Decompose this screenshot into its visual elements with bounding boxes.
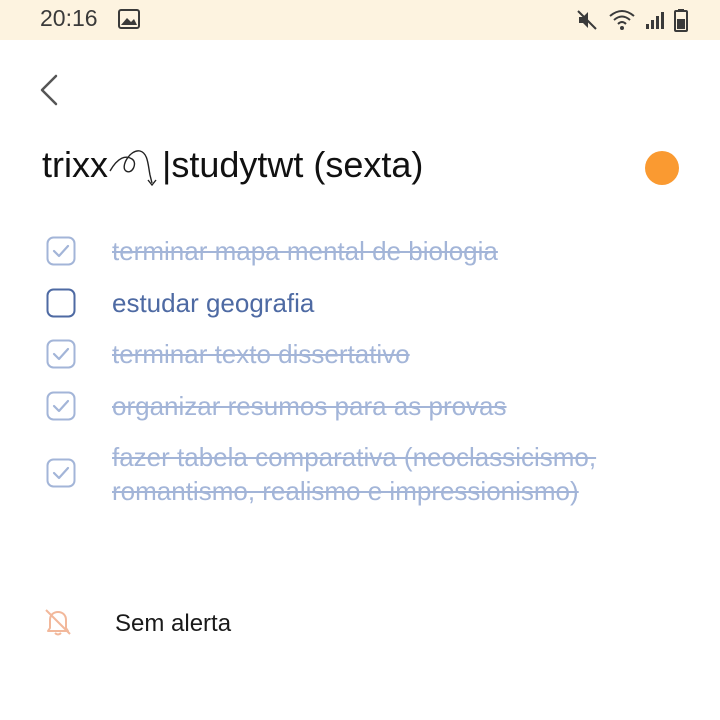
battery-icon xyxy=(674,8,688,32)
checkbox-unchecked[interactable] xyxy=(46,288,76,318)
note-color-dot[interactable] xyxy=(645,151,679,185)
back-button[interactable] xyxy=(30,68,70,112)
checkbox-checked[interactable] xyxy=(46,339,76,369)
bell-off-icon xyxy=(42,606,74,638)
checkbox-checked-icon xyxy=(46,391,76,421)
alert-label: Sem alerta xyxy=(115,610,232,637)
checkbox-checked[interactable] xyxy=(46,236,76,266)
status-time: 20:16 xyxy=(40,5,98,31)
note-title-prefix: trixx xyxy=(42,144,108,185)
alert-setting[interactable]: Sem alerta xyxy=(0,600,720,648)
wifi-icon xyxy=(608,9,636,31)
flourish-doodle xyxy=(109,150,157,187)
checklist-item-text[interactable]: fazer tabela comparativa (neoclassicismo… xyxy=(112,440,682,508)
checkbox-checked-icon xyxy=(46,236,76,266)
checkbox-checked-icon xyxy=(46,458,76,488)
checklist-item-text[interactable]: organizar resumos para as provas xyxy=(112,389,682,423)
mute-icon xyxy=(576,9,600,31)
status-bar: 20:16 xyxy=(0,0,720,40)
signal-icon xyxy=(644,9,666,31)
checkbox-checked[interactable] xyxy=(46,391,76,421)
checklist-item-text[interactable]: terminar mapa mental de biologia xyxy=(112,234,682,268)
checklist-item-text[interactable]: terminar texto dissertativo xyxy=(112,337,682,371)
chevron-left-icon xyxy=(40,74,58,106)
note-title-suffix: |studytwt (sexta) xyxy=(162,144,424,185)
checklist-item-text[interactable]: estudar geografia xyxy=(112,286,682,320)
note-title[interactable]: trixx |studytwt (sexta) xyxy=(42,144,423,189)
checkbox-checked[interactable] xyxy=(46,458,76,488)
checkbox-empty-icon xyxy=(46,288,76,318)
checkbox-checked-icon xyxy=(46,339,76,369)
gallery-icon xyxy=(118,9,140,29)
status-icons xyxy=(576,6,688,34)
